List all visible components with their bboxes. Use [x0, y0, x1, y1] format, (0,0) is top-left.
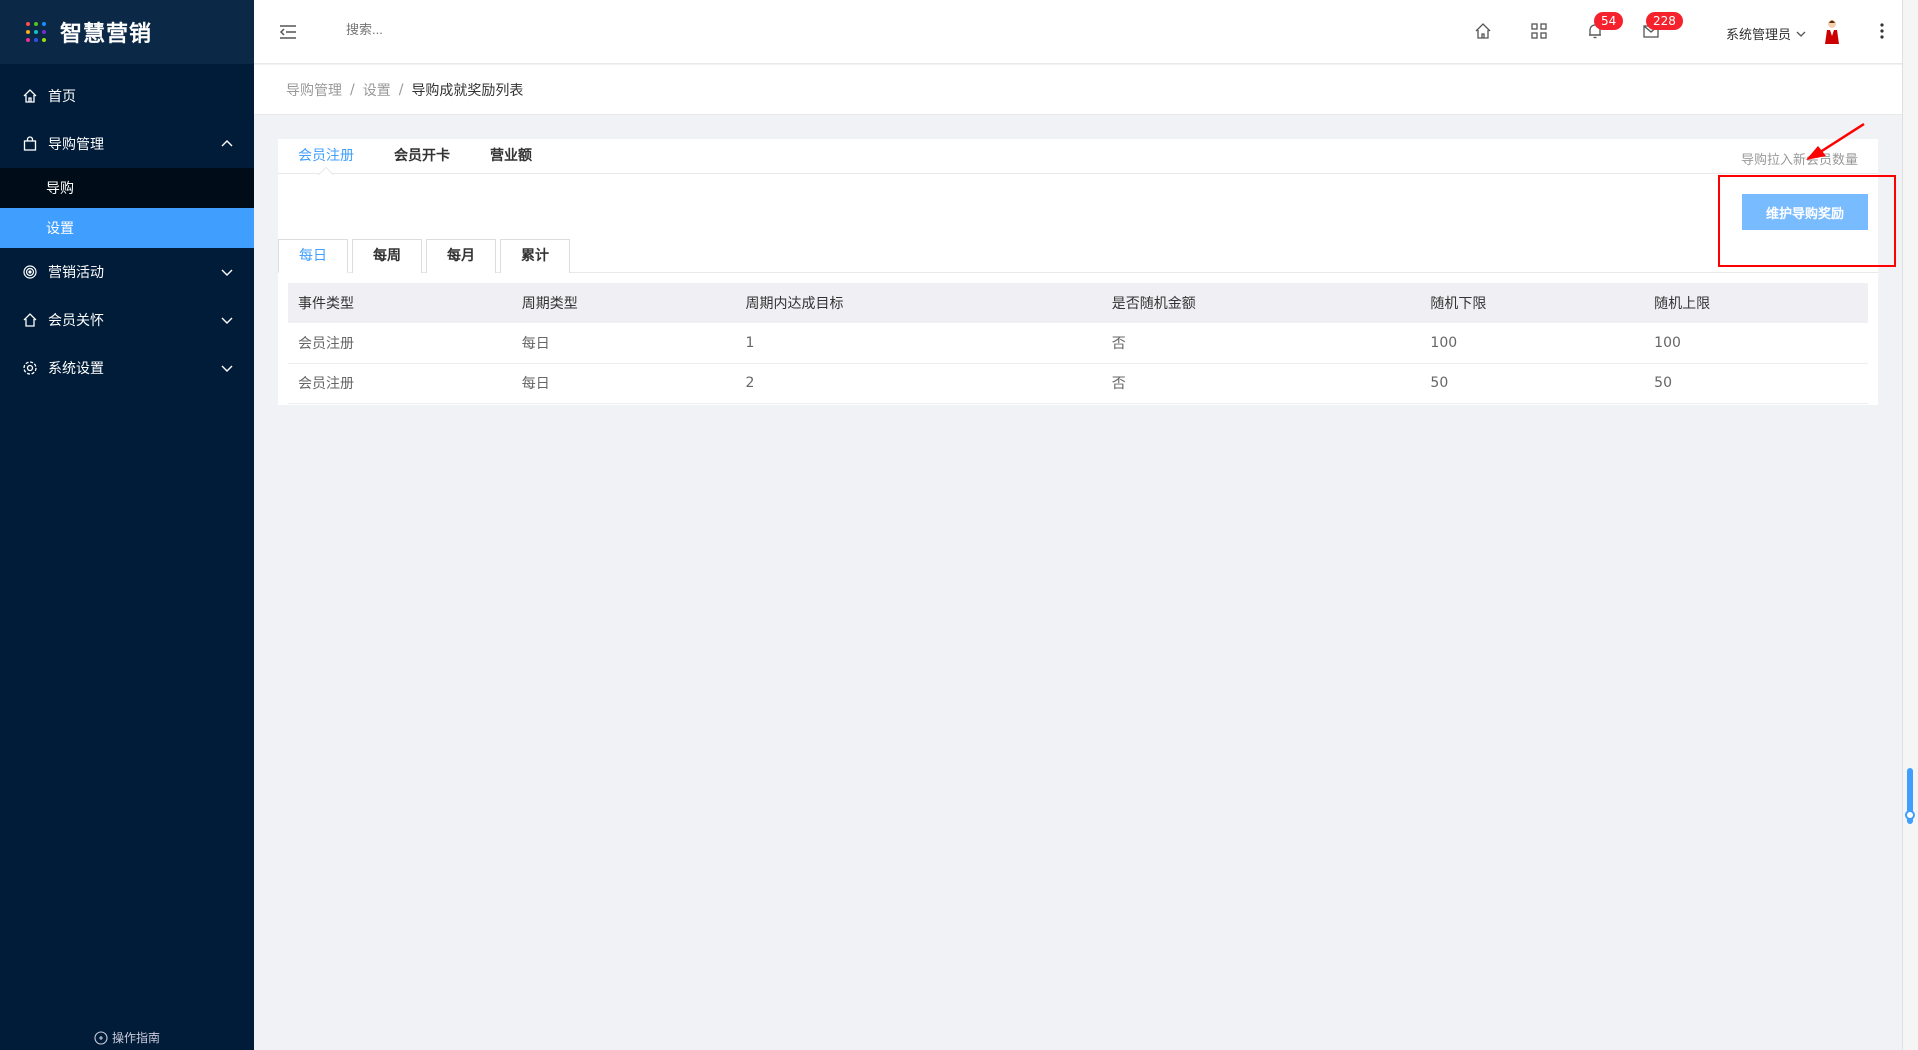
logo-grid-icon [26, 22, 46, 42]
table-cell: 100 [1420, 323, 1645, 364]
user-menu[interactable]: 系统管理员 [1726, 24, 1807, 43]
chevron-down-icon [221, 365, 233, 372]
sidebar: 智慧营销 首页 导购管理 导购 设置 营销活动 会员关怀 系统设置 操作指南 [0, 0, 254, 1050]
logo-dot [26, 22, 30, 26]
sidebar-item-member-care[interactable]: 会员关怀 [0, 296, 254, 344]
table-row[interactable]: 会员注册 每日 1 否 100 100 [288, 323, 1868, 364]
logo-dot [26, 38, 30, 42]
table-cell: 1 [735, 323, 1102, 364]
table-cell: 每日 [511, 323, 736, 364]
guide-icon [94, 1030, 108, 1045]
breadcrumb-current: 导购成就奖励列表 [411, 82, 524, 99]
sidebar-item-home[interactable]: 首页 [0, 72, 254, 120]
more-vertical-icon[interactable] [1874, 22, 1890, 40]
sidebar-nav: 首页 导购管理 导购 设置 营销活动 会员关怀 系统设置 [0, 72, 254, 392]
table-cell: 50 [1644, 363, 1868, 404]
tab-weekly[interactable]: 每周 [352, 239, 422, 273]
breadcrumb: 导购管理 / 设置 / 导购成就奖励列表 [254, 65, 1902, 115]
chevron-down-icon [221, 317, 233, 324]
tab-hint: 导购拉入新会员数量 [1740, 153, 1858, 168]
sidebar-subitem-label: 设置 [46, 221, 74, 237]
reward-table: 事件类型 周期类型 周期内达成目标 是否随机金额 随机下限 随机上限 会员注册 … [288, 283, 1868, 404]
operation-guide-link[interactable]: 操作指南 [0, 1029, 254, 1046]
house-icon [22, 312, 38, 328]
table-cell: 50 [1420, 363, 1645, 404]
avatar[interactable] [1822, 18, 1842, 46]
tab-cumulative[interactable]: 累计 [500, 239, 570, 273]
sidebar-item-label: 系统设置 [48, 361, 104, 377]
message-badge: 228 [1646, 12, 1683, 30]
logo-dot [34, 38, 38, 42]
breadcrumb-item[interactable]: 设置 [363, 80, 391, 100]
user-name: 系统管理员 [1726, 28, 1792, 43]
sidebar-item-label: 首页 [48, 89, 76, 105]
column-header[interactable]: 是否随机金额 [1101, 283, 1421, 323]
notification-badge: 54 [1594, 12, 1624, 30]
period-tabs: 每日 每周 每月 累计 [278, 239, 1878, 273]
maintain-reward-button[interactable]: 维护导购奖励 [1742, 194, 1868, 230]
top-header: 54 228 系统管理员 [254, 0, 1902, 64]
sidebar-subitem-label: 导购 [46, 181, 74, 197]
logo-dot [34, 30, 38, 34]
tab-revenue[interactable]: 营业额 [490, 139, 532, 174]
tab-daily[interactable]: 每日 [278, 239, 348, 273]
table-cell: 会员注册 [288, 363, 512, 404]
logo-dot [42, 38, 46, 42]
sidebar-subitem-guide[interactable]: 导购 [0, 168, 254, 208]
logo-dot [42, 30, 46, 34]
sidebar-item-system-settings[interactable]: 系统设置 [0, 344, 254, 392]
column-header[interactable]: 随机上限 [1644, 283, 1868, 323]
grid-apps-icon[interactable] [1530, 22, 1548, 40]
sidebar-item-guide-management[interactable]: 导购管理 [0, 120, 254, 168]
sidebar-item-label: 营销活动 [48, 265, 104, 281]
sidebar-item-label: 导购管理 [48, 137, 104, 153]
table-cell: 否 [1101, 323, 1421, 364]
table-cell: 会员注册 [288, 323, 512, 364]
logo-text: 智慧营销 [60, 22, 153, 47]
guide-label: 操作指南 [111, 1031, 160, 1045]
event-tabs: 会员注册 会员开卡 营业额 导购拉入新会员数量 [278, 139, 1878, 174]
tab-member-register[interactable]: 会员注册 [298, 139, 354, 174]
chevron-down-icon [221, 269, 233, 276]
logo-dot [26, 30, 30, 34]
scrollbar-knob[interactable] [1905, 810, 1915, 820]
target-icon [22, 264, 38, 280]
breadcrumb-item[interactable]: 导购管理 [286, 80, 342, 100]
breadcrumb-separator: / [350, 81, 355, 98]
table-header-row: 事件类型 周期类型 周期内达成目标 是否随机金额 随机下限 随机上限 [288, 283, 1868, 323]
home-icon [22, 88, 38, 104]
sidebar-submenu: 导购 设置 [0, 168, 254, 248]
logo-dot [34, 22, 38, 26]
tab-member-card[interactable]: 会员开卡 [394, 139, 450, 174]
table-cell: 100 [1644, 323, 1868, 364]
sidebar-item-marketing[interactable]: 营销活动 [0, 248, 254, 296]
tab-monthly[interactable]: 每月 [426, 239, 496, 273]
reward-list-card: 会员注册 会员开卡 营业额 导购拉入新会员数量 维护导购奖励 每日 每周 每月 … [278, 139, 1896, 405]
sidebar-item-label: 会员关怀 [48, 313, 104, 329]
chevron-down-icon [1796, 31, 1806, 37]
column-header[interactable]: 周期类型 [511, 283, 736, 323]
table-cell: 否 [1101, 363, 1421, 404]
column-header[interactable]: 随机下限 [1420, 283, 1645, 323]
column-header[interactable]: 周期内达成目标 [735, 283, 1102, 323]
bag-icon [22, 136, 38, 152]
column-header[interactable]: 事件类型 [288, 283, 512, 323]
gear-icon [22, 360, 38, 376]
home-icon[interactable] [1474, 22, 1492, 40]
sidebar-subitem-settings[interactable]: 设置 [0, 208, 254, 248]
breadcrumb-separator: / [398, 81, 404, 98]
page-scrollbar[interactable] [1902, 0, 1918, 1050]
table-row[interactable]: 会员注册 每日 2 否 50 50 [288, 363, 1868, 404]
menu-fold-icon[interactable] [278, 22, 298, 42]
logo-dot [42, 22, 46, 26]
table-cell: 每日 [511, 363, 736, 404]
search-input[interactable] [346, 22, 546, 37]
logo[interactable]: 智慧营销 [0, 0, 254, 64]
table-cell: 2 [735, 363, 1102, 404]
chevron-up-icon [221, 140, 233, 147]
